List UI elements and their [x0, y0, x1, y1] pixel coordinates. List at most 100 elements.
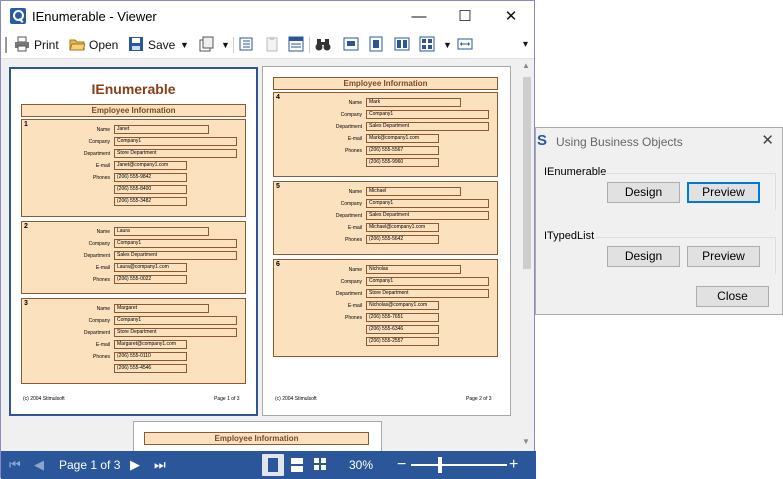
- record-band: 5 Name Michael Company Company1 Departme…: [273, 181, 498, 255]
- stimulsoft-logo-icon: S: [537, 132, 548, 149]
- minimize-button[interactable]: —: [396, 1, 442, 32]
- name-field: Laura: [114, 227, 209, 236]
- editor-icon[interactable]: [343, 36, 359, 52]
- email-label: E-mail: [95, 342, 110, 348]
- record-number: 6: [276, 261, 280, 268]
- multiple-pages-icon[interactable]: [419, 36, 435, 52]
- company-label: Company: [88, 241, 110, 247]
- export-dropdown-arrow-icon[interactable]: ▼: [221, 35, 230, 55]
- department-label: Department: [83, 151, 110, 157]
- employee-info-header: Employee Information: [21, 104, 246, 117]
- vertical-scrollbar[interactable]: ▲ ▼: [520, 59, 534, 451]
- email-field: Margaret@company1.com: [114, 340, 187, 349]
- record-band: 2 Name Laura Company Company1 Department…: [21, 221, 246, 294]
- zoom-slider-thumb[interactable]: [437, 457, 442, 473]
- next-page-icon[interactable]: ▶: [130, 451, 140, 479]
- company-label: Company: [340, 201, 362, 207]
- itypedlist-design-button[interactable]: Design: [607, 246, 680, 267]
- page-indicator[interactable]: Page 1 of 3: [59, 451, 120, 479]
- report-page-2[interactable]: Employee Information 4 Name Mark Company…: [262, 66, 511, 416]
- phones-label: Phones: [93, 277, 110, 283]
- name-field: Margaret: [114, 304, 209, 313]
- name-label: Name: [348, 267, 362, 273]
- toolbar-grip[interactable]: [5, 37, 7, 53]
- itypedlist-preview-button[interactable]: Preview: [687, 246, 760, 267]
- last-page-icon[interactable]: ⏭: [154, 451, 166, 479]
- department-field: Store Department: [366, 289, 489, 298]
- company-label: Company: [340, 279, 362, 285]
- phone-field: (206) 555-2557: [366, 337, 439, 346]
- export-icon[interactable]: [198, 36, 214, 52]
- name-field: Michael: [366, 187, 461, 196]
- company-field: Company1: [366, 199, 489, 208]
- ienumerable-preview-button[interactable]: Preview: [687, 182, 760, 203]
- email-label: E-mail: [95, 265, 110, 271]
- phone-field: (206) 555-5642: [366, 235, 439, 244]
- employee-info-header: Employee Information: [273, 77, 498, 90]
- record-number: 2: [24, 223, 28, 230]
- company-label: Company: [88, 139, 110, 145]
- continuous-view-icon[interactable]: [291, 458, 303, 472]
- record-band: 1 Name Janet Company Company1 Department…: [21, 119, 246, 217]
- phones-label: Phones: [93, 175, 110, 181]
- close-button[interactable]: ✕: [488, 1, 534, 32]
- bookmarks-icon[interactable]: [238, 36, 254, 52]
- phones-label: Phones: [345, 237, 362, 243]
- save-button[interactable]: Save: [148, 35, 175, 55]
- zoom-out-button[interactable]: −: [397, 451, 406, 479]
- zoom-value: 30%: [349, 458, 374, 472]
- full-screen-icon[interactable]: [368, 36, 384, 52]
- maximize-button[interactable]: ☐: [442, 1, 488, 32]
- phone-field: (206) 555-0022: [114, 275, 187, 284]
- page-footer-number: Page 1 of 3: [214, 396, 240, 402]
- name-label: Name: [348, 189, 362, 195]
- window-title: IEnumerable - Viewer: [32, 9, 157, 24]
- first-page-icon[interactable]: ⏮: [9, 451, 21, 479]
- toolbar-overflow-icon[interactable]: ▾: [523, 35, 528, 55]
- scroll-up-arrow-icon[interactable]: ▲: [522, 61, 530, 70]
- name-label: Name: [96, 127, 110, 133]
- previous-page-icon[interactable]: ◀: [34, 451, 44, 479]
- print-icon: [14, 36, 30, 52]
- save-dropdown-arrow-icon[interactable]: ▼: [180, 35, 189, 55]
- employee-info-header: Employee Information: [144, 432, 369, 445]
- phone-field: (206) 555-6346: [366, 325, 439, 334]
- phone-field: (206) 555-9960: [366, 158, 439, 167]
- scroll-down-arrow-icon[interactable]: ▼: [522, 437, 530, 446]
- multi-page-view-icon[interactable]: [314, 458, 326, 470]
- page-footer-number: Page 2 of 3: [466, 396, 492, 402]
- dialog-close-icon[interactable]: ✕: [761, 131, 774, 149]
- record-number: 1: [24, 121, 28, 128]
- parameters-icon[interactable]: [264, 36, 280, 52]
- email-label: E-mail: [95, 163, 110, 169]
- phone-field: (206) 555-0110: [114, 352, 187, 361]
- name-label: Name: [348, 100, 362, 106]
- scrollbar-thumb[interactable]: [523, 77, 531, 269]
- find-binoculars-icon[interactable]: [315, 36, 331, 52]
- report-canvas[interactable]: IEnumerable Employee Information 1 Name …: [1, 59, 520, 451]
- company-label: Company: [88, 318, 110, 324]
- ienumerable-design-button[interactable]: Design: [607, 182, 680, 203]
- viewer-toolbar: Print Open Save ▼ ▼ ▼ ▾: [1, 32, 534, 59]
- dialog-close-button[interactable]: Close: [696, 286, 769, 307]
- thumbnails-icon[interactable]: [288, 36, 304, 52]
- open-button[interactable]: Open: [89, 35, 118, 55]
- print-button[interactable]: Print: [34, 35, 59, 55]
- zoom-in-button[interactable]: +: [509, 451, 518, 479]
- report-page-3[interactable]: Employee Information: [133, 421, 382, 451]
- viewer-titlebar[interactable]: IEnumerable - Viewer — ☐ ✕: [1, 1, 534, 32]
- phones-label: Phones: [345, 148, 362, 154]
- report-page-1[interactable]: IEnumerable Employee Information 1 Name …: [9, 67, 258, 416]
- department-field: Sales Department: [114, 251, 237, 260]
- name-field: Mark: [366, 98, 461, 107]
- page-width-icon[interactable]: [457, 36, 473, 52]
- email-label: E-mail: [347, 303, 362, 309]
- record-number: 5: [276, 183, 280, 190]
- single-page-view-button[interactable]: [262, 454, 284, 476]
- pages-dropdown-arrow-icon[interactable]: ▼: [443, 35, 452, 55]
- two-pages-icon[interactable]: [394, 36, 410, 52]
- department-label: Department: [83, 253, 110, 259]
- record-band: 6 Name Nicholas Company Company1 Departm…: [273, 259, 498, 357]
- zoom-slider-track[interactable]: [411, 464, 507, 466]
- record-band: 4 Name Mark Company Company1 Department …: [273, 92, 498, 177]
